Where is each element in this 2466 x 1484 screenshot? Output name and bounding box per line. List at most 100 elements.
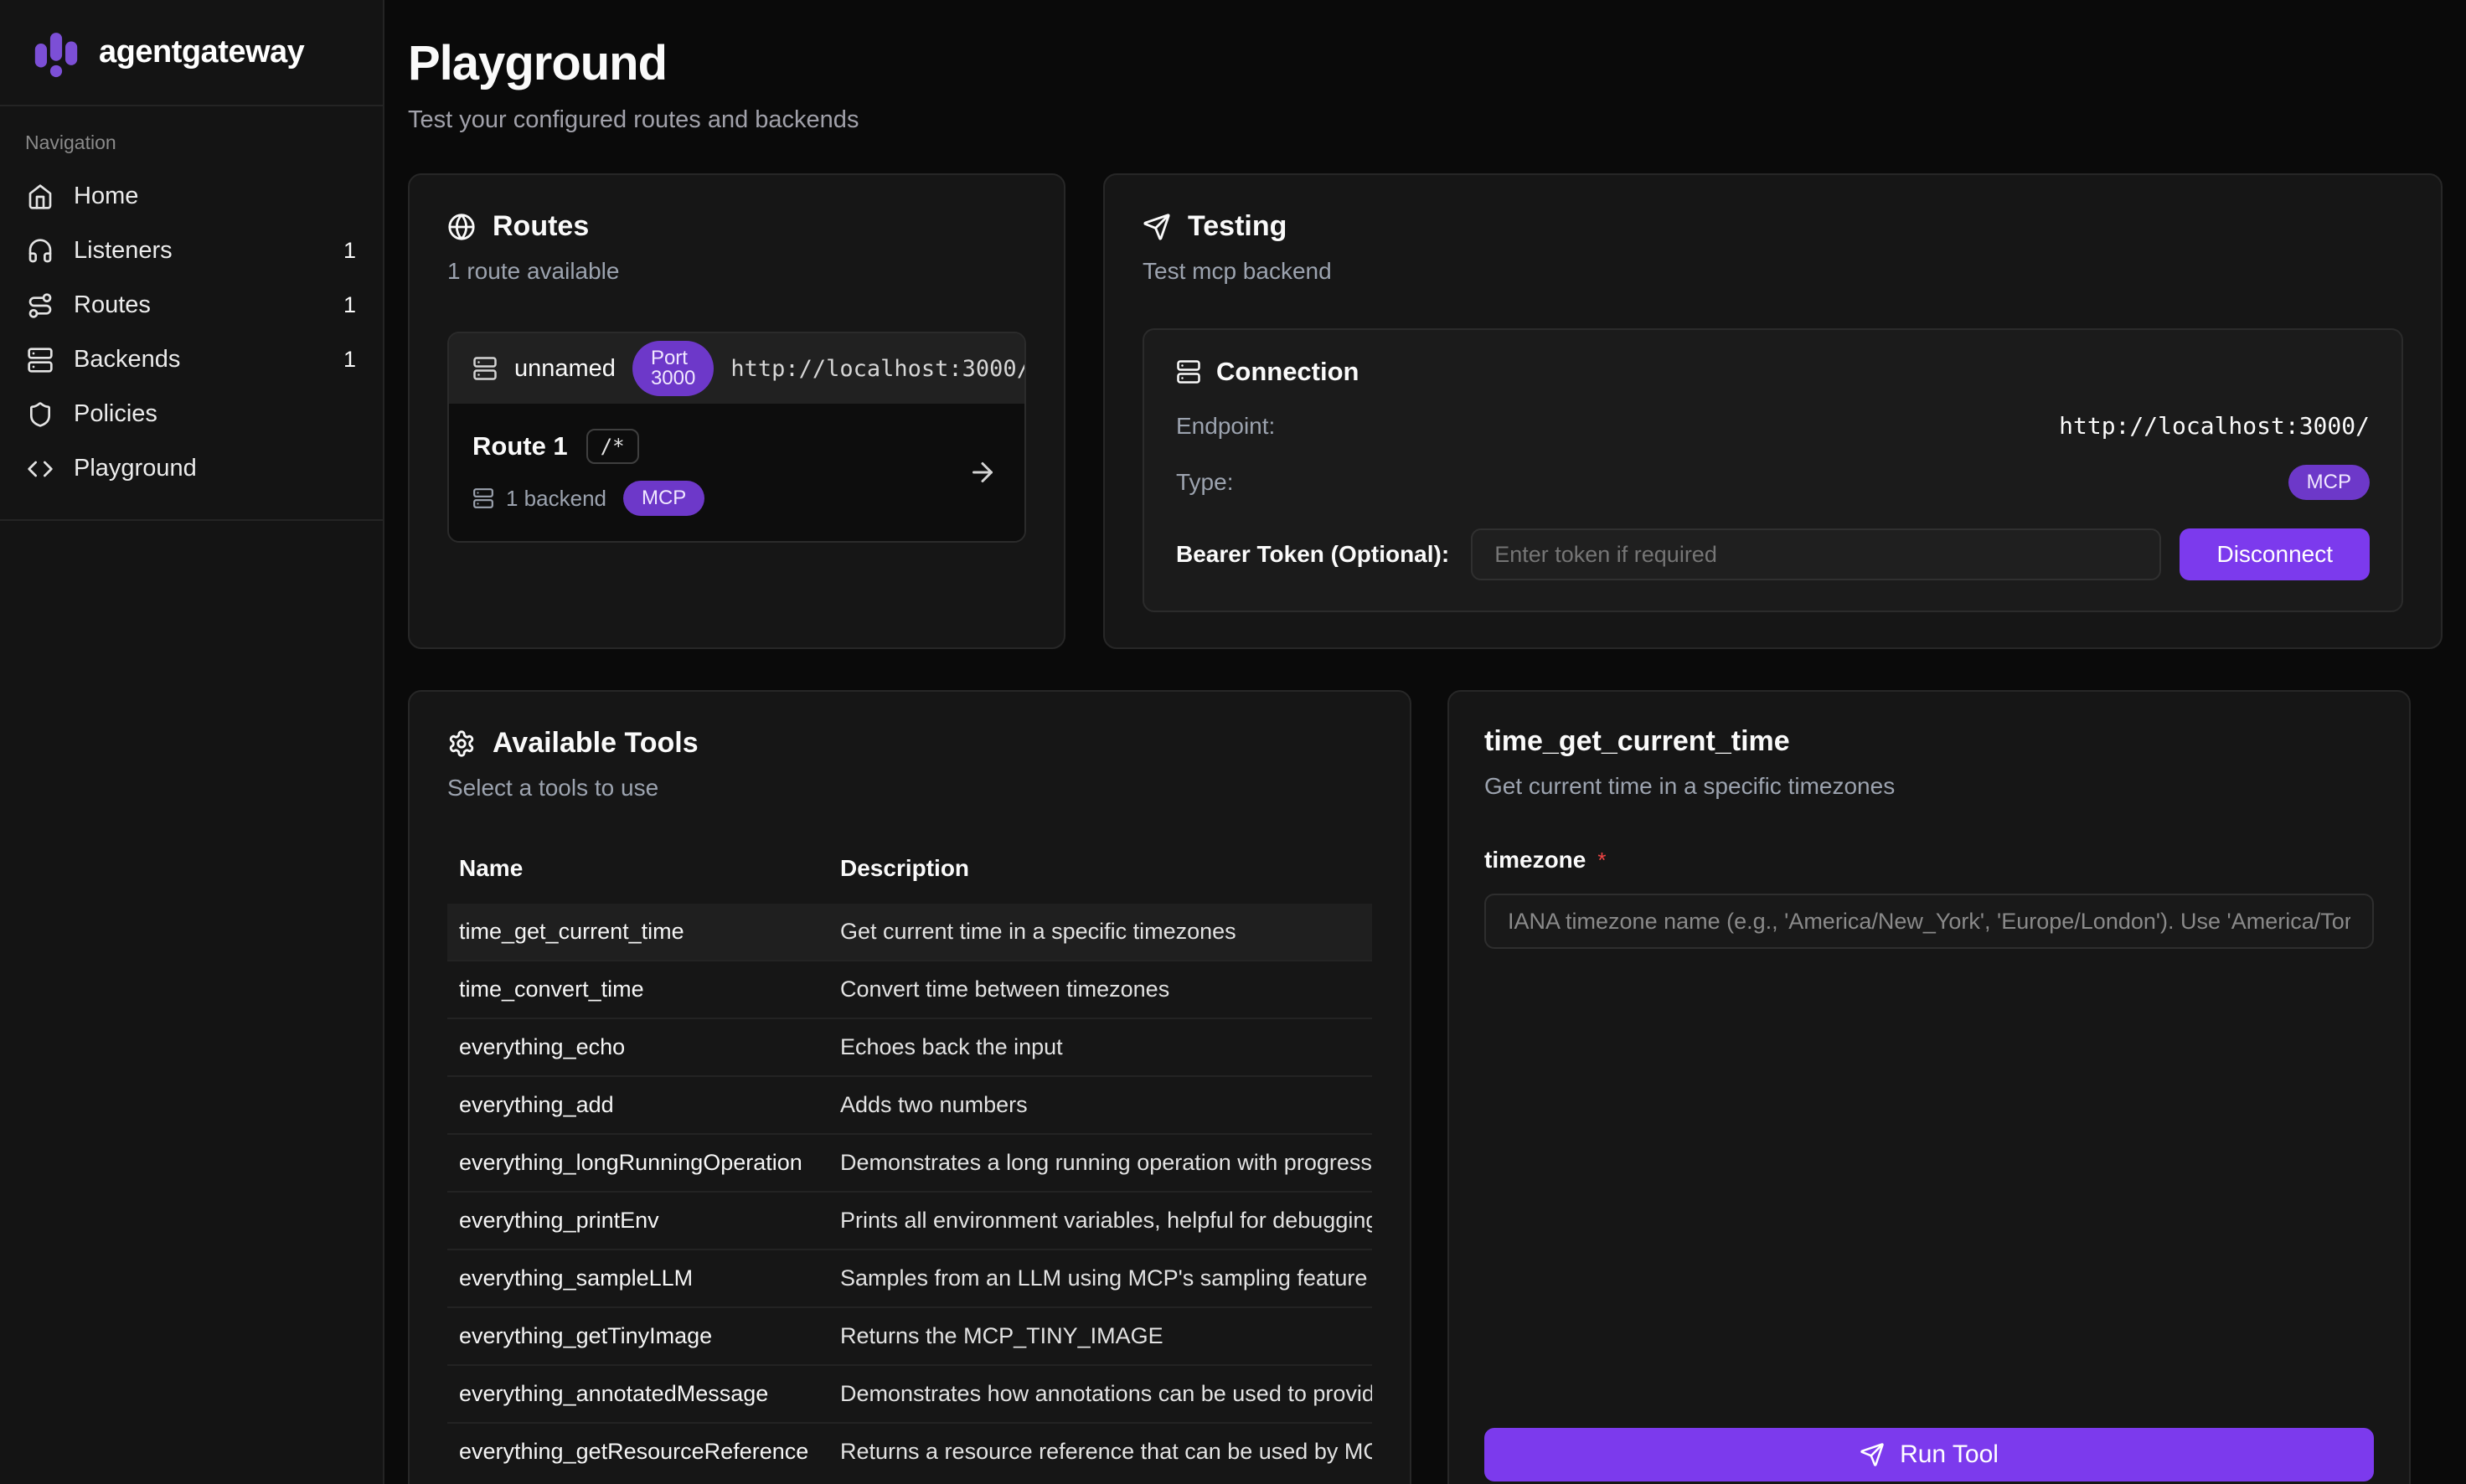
testing-card-title: Testing — [1188, 210, 1287, 243]
route-name: Route 1 — [472, 431, 568, 461]
route-backend-count: 1 backend — [506, 486, 606, 512]
routes-card-subtitle: 1 route available — [447, 258, 1026, 285]
column-header-description: Description — [828, 842, 1372, 903]
disconnect-button[interactable]: Disconnect — [2180, 528, 2370, 580]
server-icon — [27, 347, 54, 374]
sidebar-item-routes[interactable]: Routes 1 — [0, 278, 383, 332]
sidebar-item-label: Routes — [74, 291, 151, 319]
top-row: Routes 1 route available unnamed Port 30… — [408, 173, 2443, 649]
type-badge: MCP — [2288, 465, 2370, 500]
listener-row: unnamed Port 3000 http://localhost:3000/ — [449, 333, 1024, 404]
shield-icon — [27, 401, 54, 428]
route-icon — [27, 292, 54, 319]
route-item[interactable]: Route 1 /* 1 backend MCP — [449, 404, 1024, 541]
headphones-icon — [27, 238, 54, 265]
server-icon — [1176, 359, 1201, 384]
page-subtitle: Test your configured routes and backends — [408, 106, 2443, 134]
tool-row-everything_sampleLLM[interactable]: everything_sampleLLM Samples from an LLM… — [447, 1250, 1372, 1307]
main-content: Playground Test your configured routes a… — [384, 0, 2466, 1484]
tool-row-everything_annotatedMessage[interactable]: everything_annotatedMessage Demonstrates… — [447, 1365, 1372, 1423]
sidebar-item-count: 1 — [343, 347, 356, 373]
sidebar-item-label: Policies — [74, 400, 157, 428]
tools-table: Name Description time_get_current_time G… — [447, 842, 1372, 1480]
sidebar-item-backends[interactable]: Backends 1 — [0, 332, 383, 387]
sidebar-item-label: Playground — [74, 455, 197, 482]
gear-icon — [447, 729, 476, 758]
listener-url: http://localhost:3000/ — [730, 356, 1026, 382]
sidebar-item-playground[interactable]: Playground — [0, 441, 383, 496]
send-icon — [1143, 213, 1171, 241]
bearer-token-row: Bearer Token (Optional): Disconnect — [1176, 528, 2370, 580]
sidebar-nav: Navigation Home Listeners 1 Routes — [0, 106, 383, 521]
server-icon — [472, 356, 498, 381]
bottom-row: Available Tools Select a tools to use Na… — [408, 690, 2411, 1484]
run-tool-label: Run Tool — [1900, 1440, 1999, 1469]
page-title: Playground — [408, 35, 2443, 91]
tool-row-everything_printEnv[interactable]: everything_printEnv Prints all environme… — [447, 1192, 1372, 1250]
sidebar-divider — [0, 519, 383, 521]
tools-card-subtitle: Select a tools to use — [447, 775, 1372, 801]
tool-row-everything_getResourceReference[interactable]: everything_getResourceReference Returns … — [447, 1423, 1372, 1480]
connection-header: Connection — [1176, 357, 2370, 387]
sidebar-item-label: Listeners — [74, 237, 173, 265]
tool-panel-title: time_get_current_time — [1484, 725, 2374, 758]
tool-row-time_convert_time[interactable]: time_convert_time Convert time between t… — [447, 961, 1372, 1018]
routes-card-title: Routes — [493, 210, 589, 243]
nav-section-label: Navigation — [25, 131, 383, 154]
tool-row-everything_getTinyImage[interactable]: everything_getTinyImage Returns the MCP_… — [447, 1307, 1372, 1365]
tools-card-title: Available Tools — [493, 727, 699, 760]
tool-run-panel: time_get_current_time Get current time i… — [1447, 690, 2411, 1484]
routes-card: Routes 1 route available unnamed Port 30… — [408, 173, 1065, 649]
required-marker: * — [1597, 848, 1606, 873]
sidebar: agentgateway Navigation Home Listeners 1 — [0, 0, 384, 1484]
timezone-field-label: timezone — [1484, 847, 1586, 873]
listener-group: unnamed Port 3000 http://localhost:3000/… — [447, 332, 1026, 543]
endpoint-row: Endpoint: http://localhost:3000/ — [1176, 412, 2370, 440]
listener-name: unnamed — [514, 355, 616, 383]
arrow-right-icon[interactable] — [967, 457, 998, 487]
testing-card-subtitle: Test mcp backend — [1143, 258, 2403, 285]
sidebar-item-count: 1 — [343, 292, 356, 318]
type-label: Type: — [1176, 469, 1233, 496]
agentgateway-logo-icon — [30, 27, 82, 79]
sidebar-item-label: Home — [74, 183, 138, 210]
connection-panel: Connection Endpoint: http://localhost:30… — [1143, 328, 2403, 612]
server-icon — [472, 487, 494, 509]
tools-table-header-row: Name Description — [447, 842, 1372, 903]
send-icon — [1860, 1442, 1885, 1467]
tool-row-everything_echo[interactable]: everything_echo Echoes back the input — [447, 1018, 1372, 1076]
timezone-field-label-row: timezone * — [1484, 847, 2374, 873]
column-header-name: Name — [447, 842, 828, 903]
brand: agentgateway — [0, 0, 383, 106]
port-badge: Port 3000 — [632, 341, 714, 396]
timezone-input[interactable] — [1484, 894, 2374, 949]
sidebar-item-count: 1 — [343, 238, 356, 264]
endpoint-value: http://localhost:3000/ — [2059, 412, 2370, 440]
tool-row-time_get_current_time[interactable]: time_get_current_time Get current time i… — [447, 903, 1372, 961]
tools-card-header: Available Tools — [447, 727, 1372, 760]
type-row: Type: MCP — [1176, 465, 2370, 500]
brand-name: agentgateway — [99, 34, 304, 70]
panel-spacer — [1484, 949, 2374, 1428]
tool-panel-subtitle: Get current time in a specific timezones — [1484, 773, 2374, 800]
testing-card-header: Testing — [1143, 210, 2403, 243]
routes-card-header: Routes — [447, 210, 1026, 243]
route-type-badge: MCP — [623, 481, 704, 516]
bearer-token-label: Bearer Token (Optional): — [1176, 541, 1449, 568]
testing-card: Testing Test mcp backend Connection Endp… — [1103, 173, 2443, 649]
sidebar-item-label: Backends — [74, 346, 180, 374]
run-tool-button[interactable]: Run Tool — [1484, 1428, 2374, 1481]
route-path-badge: /* — [586, 429, 639, 464]
code-icon — [27, 456, 54, 482]
endpoint-label: Endpoint: — [1176, 413, 1275, 440]
bearer-token-input[interactable] — [1471, 528, 2161, 580]
available-tools-card: Available Tools Select a tools to use Na… — [408, 690, 1411, 1484]
sidebar-item-policies[interactable]: Policies — [0, 387, 383, 441]
home-icon — [27, 183, 54, 210]
sidebar-item-listeners[interactable]: Listeners 1 — [0, 224, 383, 278]
tool-row-everything_add[interactable]: everything_add Adds two numbers — [447, 1076, 1372, 1134]
tool-row-everything_longRunningOperation[interactable]: everything_longRunningOperation Demonstr… — [447, 1134, 1372, 1192]
sidebar-item-home[interactable]: Home — [0, 169, 383, 224]
app-root: agentgateway Navigation Home Listeners 1 — [0, 0, 2466, 1484]
globe-icon — [447, 213, 476, 241]
